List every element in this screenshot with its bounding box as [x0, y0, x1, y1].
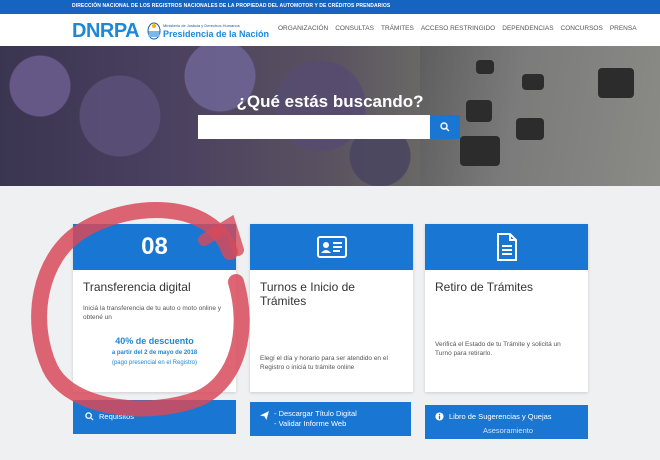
nav-prensa[interactable]: PRENSA — [610, 25, 637, 32]
main-nav: ORGANIZACIÓN CONSULTAS TRÁMITES ACCESO R… — [278, 25, 637, 32]
car-image — [516, 118, 544, 140]
search-button[interactable] — [430, 115, 460, 139]
nav-acceso-restringido[interactable]: ACCESO RESTRINGIDO — [421, 25, 495, 32]
card-description: Elegí el día y horario para ser atendido… — [260, 355, 388, 371]
requisitos-label: Requisitos — [99, 412, 135, 421]
car-image — [476, 60, 494, 74]
top-bar: DIRECCIÓN NACIONAL DE LOS REGISTROS NACI… — [0, 0, 660, 14]
search-input[interactable] — [198, 115, 430, 139]
card-title: Turnos e Inicio de Trámites — [250, 270, 413, 308]
titulo-digital-button[interactable]: - Descargar Título Digital - Validar Inf… — [250, 402, 411, 436]
card-title: Retiro de Trámites — [435, 280, 534, 294]
ministry-block: Ministerio de Justicia y Derechos Humano… — [163, 23, 270, 39]
search-icon — [440, 122, 450, 132]
nav-tramites[interactable]: TRÁMITES — [381, 25, 414, 32]
card-transferencia[interactable]: 08 Transferencia digital Iniciá la trans… — [73, 224, 236, 392]
libro-sugerencias-button[interactable]: Libro de Sugerencias y Quejas Asesoramie… — [425, 405, 588, 439]
card-title-line2: Trámites — [260, 294, 307, 308]
car-image — [460, 136, 500, 166]
car-image — [522, 74, 544, 90]
descargar-titulo-link[interactable]: - Descargar Título Digital — [274, 409, 357, 419]
site-header: DNRPA Ministerio de Justicia y Derechos … — [0, 14, 660, 46]
presidency-line: Presidencia de la Nación — [163, 29, 270, 39]
card-retiro[interactable]: Retiro de Trámites Verificá el Estado de… — [425, 224, 588, 392]
nav-organizacion[interactable]: ORGANIZACIÓN — [278, 25, 328, 32]
document-icon — [496, 233, 517, 261]
search-icon — [85, 412, 94, 421]
validar-informe-link[interactable]: - Validar Informe Web — [274, 419, 357, 429]
promo-date: a partir del 2 de mayo de 2018 — [111, 350, 198, 356]
nav-concursos[interactable]: CONCURSOS — [561, 25, 603, 32]
card-title-line1: Turnos e Inicio de — [260, 280, 355, 294]
argentina-emblem-icon — [147, 22, 161, 40]
promo-discount: 40% de descuento — [115, 336, 194, 346]
card-header: 08 — [73, 224, 236, 270]
nav-dependencias[interactable]: DEPENDENCIAS — [502, 25, 553, 32]
requisitos-button[interactable]: Requisitos — [73, 400, 236, 434]
card-description: Verificá el Estado de tu Trámite y solic… — [435, 341, 561, 357]
libro-label: Libro de Sugerencias y Quejas — [449, 412, 552, 421]
card-title: Transferencia digital — [83, 280, 191, 294]
card-header — [250, 224, 413, 270]
promo-note: (pago presencial en el Registro) — [111, 360, 198, 366]
dnrpa-logo[interactable]: DNRPA — [72, 20, 140, 43]
asesoramiento-link[interactable]: Asesoramiento — [483, 426, 533, 435]
hero-title: ¿Qué estás buscando? — [236, 92, 424, 111]
nav-consultas[interactable]: CONSULTAS — [335, 25, 374, 32]
id-card-icon — [316, 236, 347, 258]
ministry-line: Ministerio de Justicia y Derechos Humano… — [163, 23, 240, 28]
card-description: Iniciá la transferencia de tu auto o mot… — [83, 305, 222, 321]
hero-banner: ¿Qué estás buscando? — [0, 46, 660, 186]
card-number: 08 — [141, 233, 168, 260]
card-header — [425, 224, 588, 270]
topbar-text: DIRECCIÓN NACIONAL DE LOS REGISTROS NACI… — [72, 3, 391, 9]
send-icon — [260, 411, 269, 420]
card-turnos[interactable]: Turnos e Inicio de Trámites Elegí el día… — [250, 224, 413, 392]
info-icon — [435, 412, 444, 421]
